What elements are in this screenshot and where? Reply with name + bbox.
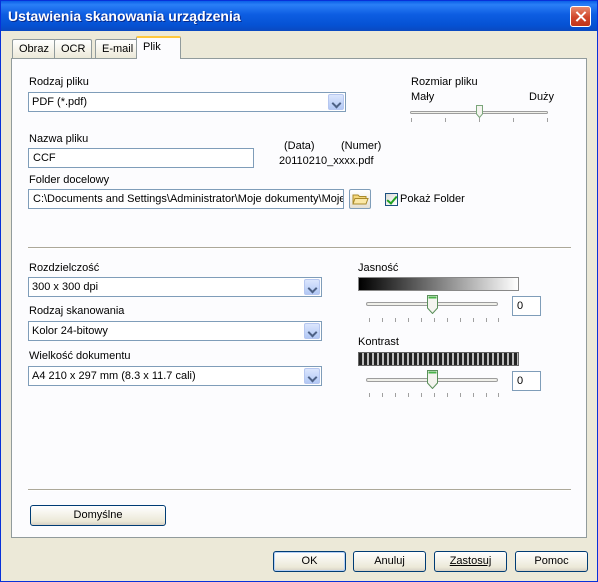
resolution-label: Rozdzielczość [29,262,100,274]
browse-folder-button[interactable] [349,189,371,209]
contrast-pattern [358,352,519,366]
title-bar[interactable]: Ustawienia skanowania urządzenia [1,1,597,31]
date-header: (Data) [284,140,315,152]
brightness-value: 0 [517,300,524,312]
show-folder-checkbox[interactable] [385,193,398,206]
chevron-down-icon[interactable] [304,368,320,384]
tab-label: E-mail [102,43,134,55]
file-name-input[interactable]: CCF [28,148,254,168]
scan-type-value: Kolor 24-bitowy [32,325,108,337]
tab-email[interactable]: E-mail [95,39,141,58]
tab-panel [11,58,587,538]
file-type-label: Rodzaj pliku [29,76,89,88]
ok-button[interactable]: OK [273,551,346,572]
tab-label: Plik [143,41,161,53]
contrast-value-input[interactable]: 0 [512,371,541,391]
tab-label: Obraz [19,43,49,55]
show-folder-label: Pokaż Folder [400,193,465,205]
file-size-min-label: Mały [411,91,435,103]
file-size-max-label: Duży [529,91,555,103]
dest-folder-value: C:\Documents and Settings\Administrator\… [33,193,344,205]
help-button[interactable]: Pomoc [515,551,588,572]
scan-type-label: Rodzaj skanowania [29,305,125,317]
number-header: (Numer) [341,140,382,152]
doc-size-select[interactable]: A4 210 x 297 mm (8.3 x 11.7 cali) [28,366,322,386]
chevron-down-icon[interactable] [304,279,320,295]
contrast-value: 0 [517,375,524,387]
window-title: Ustawienia skanowania urządzenia [8,8,241,24]
section-divider [28,247,571,249]
folder-icon [352,194,369,205]
contrast-slider-thumb[interactable] [427,370,438,389]
dialog-window: Ustawienia skanowania urządzenia Obraz O… [0,0,598,582]
dest-folder-label: Folder docelowy [29,174,110,186]
tab-plik[interactable]: Plik [136,36,181,59]
brightness-slider-thumb[interactable] [427,295,438,314]
doc-size-value: A4 210 x 297 mm (8.3 x 11.7 cali) [32,370,196,382]
file-type-select[interactable]: PDF (*.pdf) [28,92,346,112]
apply-button[interactable]: Zastosuj [434,551,507,572]
brightness-ticks [369,318,499,322]
brightness-gradient [358,277,519,291]
file-name-example: 20110210_xxxx.pdf [279,155,374,167]
file-type-value: PDF (*.pdf) [32,96,88,108]
defaults-button[interactable]: Domyślne [30,505,166,526]
brightness-label: Jasność [358,262,399,274]
file-size-label: Rozmiar pliku [411,76,478,88]
tab-obraz[interactable]: Obraz [12,39,56,58]
file-name-value: CCF [33,152,56,164]
chevron-down-icon[interactable] [328,94,344,110]
file-size-slider-thumb[interactable] [476,105,483,118]
resolution-select[interactable]: 300 x 300 dpi [28,277,322,297]
file-size-ticks [411,118,549,122]
file-name-label: Nazwa pliku [29,133,89,145]
close-button[interactable] [570,6,591,27]
tab-label: OCR [61,43,86,55]
brightness-value-input[interactable]: 0 [512,296,541,316]
contrast-ticks [369,393,499,397]
section-divider [28,489,571,491]
contrast-label: Kontrast [358,336,399,348]
doc-size-label: Wielkość dokumentu [29,350,131,362]
dest-folder-input[interactable]: C:\Documents and Settings\Administrator\… [28,189,344,209]
scan-type-select[interactable]: Kolor 24-bitowy [28,321,322,341]
chevron-down-icon[interactable] [304,323,320,339]
tab-ocr[interactable]: OCR [54,39,93,58]
resolution-value: 300 x 300 dpi [32,281,99,293]
cancel-button[interactable]: Anuluj [353,551,426,572]
